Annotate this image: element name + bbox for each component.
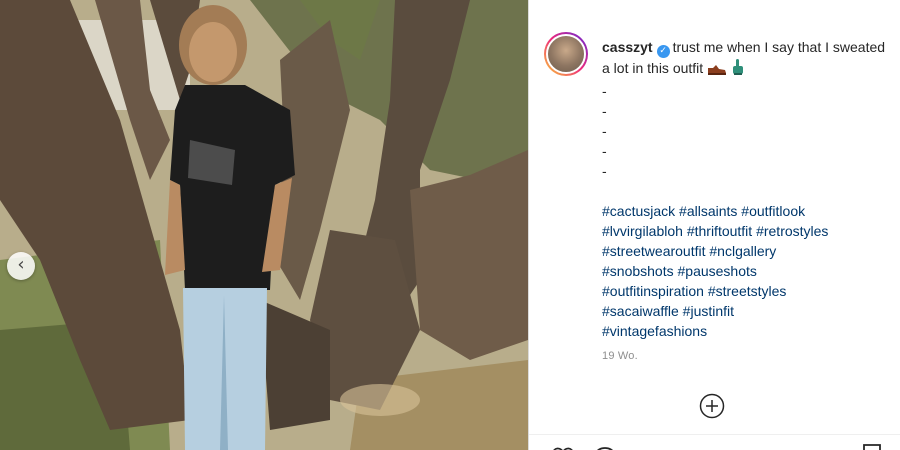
comment-icon[interactable] [593,444,617,450]
post-timestamp[interactable]: 19 Wo. [602,350,638,362]
post-details-panel: casszyt ✓ trust me when I say that I sweat… [529,0,900,450]
bookmark-icon[interactable] [860,444,884,450]
hashtag-list: #cactusjack #allsaints #outfitlook #lvvi… [602,201,887,341]
shoe-emoji-icon [707,61,727,81]
plus-circle-icon [699,393,725,419]
verified-badge-icon: ✓ [656,45,670,58]
hashtag-line[interactable]: #outfitinspiration #streetstyles [602,281,887,301]
caption-dash-line: - [602,103,607,119]
avatar-image [546,34,586,74]
avatar[interactable] [544,32,588,76]
prev-image-button[interactable]: ‹ [7,252,35,280]
hashtag-line[interactable]: #vintagefashions [602,321,887,341]
hashtag-line[interactable]: #cactusjack #allsaints #outfitlook [602,201,887,221]
hashtag-line[interactable]: #snobshots #pauseshots [602,261,887,281]
hashtag-line[interactable]: #streetwearoutfit #nclgallery [602,241,887,261]
post-photo[interactable]: ‹ [0,0,528,450]
heart-icon[interactable] [551,444,575,450]
caption-dash-line: - [602,123,607,139]
caption-dash-line: - [602,163,607,179]
actions-divider [529,434,900,435]
hashtag-line[interactable]: #sacaiwaffle #justinfit [602,301,887,321]
photo-scene [0,0,528,450]
hashtag-line[interactable]: #lvvirgilabloh #thriftoutfit #retrostyle… [602,221,887,241]
hand-pointing-emoji-icon [731,58,745,81]
username-link[interactable]: casszyt [602,39,653,55]
load-more-comments-button[interactable] [699,393,725,419]
chevron-left-icon: ‹ [17,254,25,275]
caption-dash-line: - [602,143,607,159]
post-caption: casszyt ✓ trust me when I say that I sweat… [602,37,887,341]
caption-dash-line: - [602,83,607,99]
